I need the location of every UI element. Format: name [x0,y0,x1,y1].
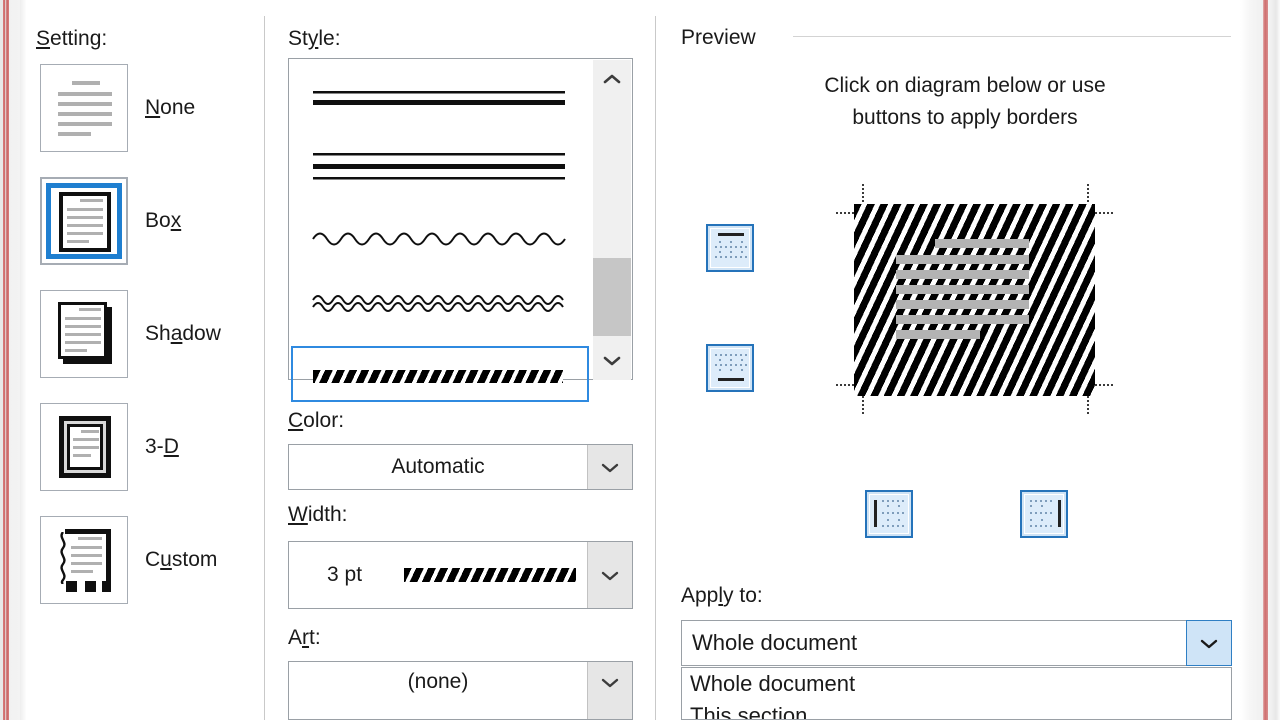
setting-option-shadow[interactable] [40,290,128,378]
setting-group-label: Setting: [36,27,108,50]
style-item-wavy-single[interactable] [291,209,587,265]
color-combobox[interactable]: Automatic [288,444,633,490]
setting-option-custom[interactable] [40,516,128,604]
border-none-icon [56,75,114,143]
border-custom-icon [56,529,114,593]
panel-divider-2 [655,16,656,720]
style-listbox[interactable] [288,58,633,402]
window-edge-left [0,0,26,720]
apply-to-label: Apply to: [681,584,763,607]
chevron-down-icon[interactable] [587,542,632,608]
preview-group-rule [793,36,1231,37]
setting-option-none[interactable] [40,64,128,152]
setting-option-none-label: None [145,96,196,119]
border-3d-icon [59,416,111,478]
border-box-icon [59,192,111,252]
chevron-down-icon[interactable] [1186,620,1232,666]
setting-option-3d[interactable] [40,403,128,491]
apply-to-option[interactable]: Whole document [682,668,1231,700]
setting-option-box-label: Box [145,209,182,232]
color-value: Automatic [391,455,485,478]
width-value: 3 pt [327,563,363,586]
chevron-down-icon[interactable] [587,662,632,719]
scroll-up-icon[interactable] [593,60,631,98]
setting-option-3d-label: 3-D [145,435,179,458]
style-item-double-thin-thick[interactable] [291,71,587,127]
scrollbar-thumb[interactable] [593,258,631,336]
left-border-button[interactable] [865,490,913,538]
border-shadow-icon [58,302,112,364]
style-item-wavy-double[interactable] [291,274,587,330]
panel-divider-1 [264,16,265,720]
width-label: Width: [288,503,348,526]
preview-group-label: Preview [681,26,756,49]
border-preview-diagram[interactable] [836,184,1113,414]
right-border-button[interactable] [1020,490,1068,538]
scroll-down-icon[interactable] [593,342,631,380]
setting-option-shadow-label: Shadow [145,322,221,345]
style-item-triple-line[interactable] [291,139,587,195]
preview-document-box[interactable] [854,204,1095,396]
apply-to-combobox[interactable]: Whole document [681,620,1232,666]
bottom-border-button[interactable] [706,344,754,392]
apply-to-value: Whole document [692,630,858,655]
window-edge-right [1240,0,1280,720]
art-combobox[interactable]: (none) [288,661,633,720]
apply-to-dropdown-list[interactable]: Whole document This section [681,667,1232,720]
art-value: (none) [407,670,469,693]
setting-option-custom-label: Custom [145,548,218,571]
style-scrollbar[interactable] [593,60,631,380]
apply-to-option[interactable]: This section [682,700,1231,719]
color-label: Color: [288,409,345,432]
width-combobox[interactable]: 3 pt [288,541,633,609]
art-label: Art: [288,626,321,649]
preview-hint-text: Click on diagram below or use buttons to… [824,74,1106,129]
chevron-down-icon[interactable] [587,445,632,489]
diagonal-hatch-sample [313,370,563,383]
setting-option-box[interactable] [40,177,128,265]
style-group-label: Style: [288,27,341,50]
top-border-button[interactable] [706,224,754,272]
width-sample-line [404,568,577,582]
style-item-diagonal-hatch[interactable] [291,346,589,402]
borders-and-shading-dialog: Setting: None Box Shadow 3-D Custom Styl… [0,0,1280,720]
